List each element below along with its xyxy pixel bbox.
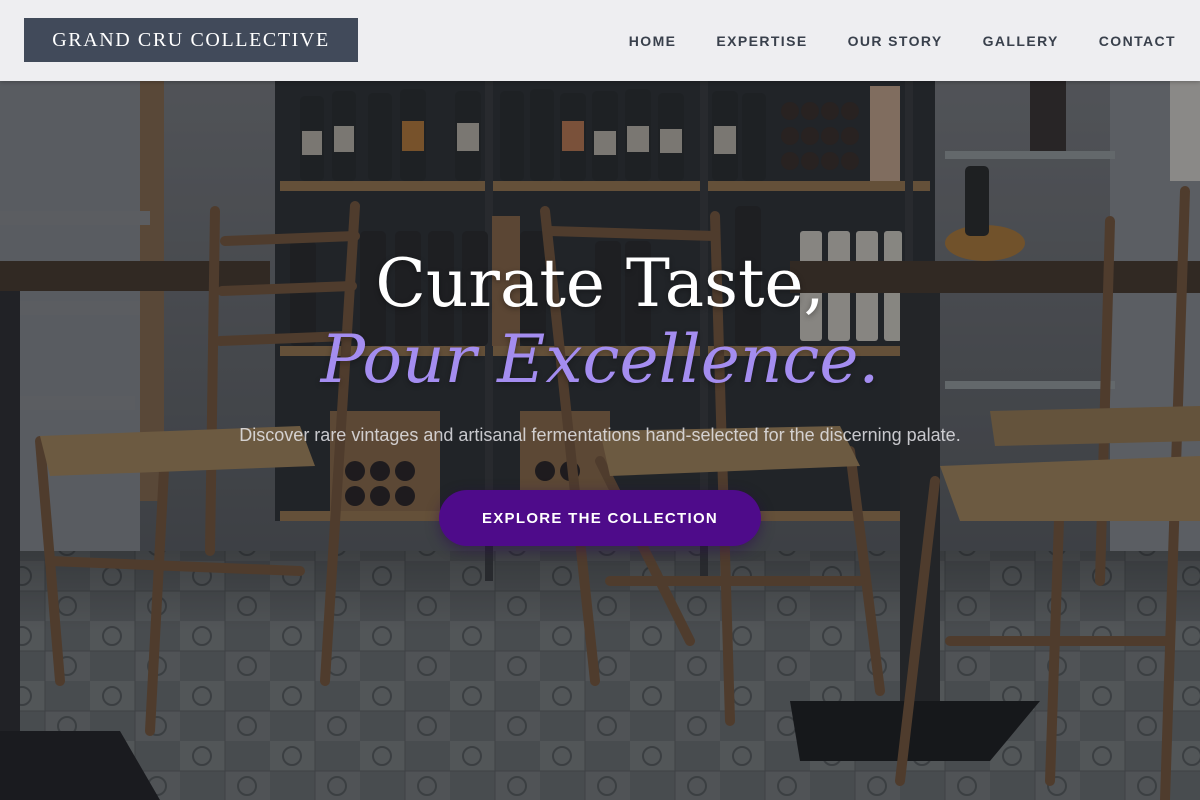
nav-gallery[interactable]: GALLERY bbox=[983, 33, 1059, 49]
hero-section: Curate Taste, Pour Excellence. Discover … bbox=[0, 81, 1200, 800]
hero-subtext: Discover rare vintages and artisanal fer… bbox=[239, 425, 961, 445]
site-header: GRAND CRU COLLECTIVE HOME EXPERTISE OUR … bbox=[0, 0, 1200, 81]
site-logo[interactable]: GRAND CRU COLLECTIVE bbox=[24, 18, 358, 62]
main-nav: HOME EXPERTISE OUR STORY GALLERY CONTACT bbox=[629, 0, 1176, 81]
hero-headline: Curate Taste, bbox=[375, 245, 825, 322]
landing-page: GRAND CRU COLLECTIVE HOME EXPERTISE OUR … bbox=[0, 0, 1200, 800]
nav-home[interactable]: HOME bbox=[629, 33, 677, 49]
nav-expertise[interactable]: EXPERTISE bbox=[716, 33, 807, 49]
nav-contact[interactable]: CONTACT bbox=[1099, 33, 1176, 49]
nav-our-story[interactable]: OUR STORY bbox=[848, 33, 943, 49]
explore-collection-button[interactable]: EXPLORE THE COLLECTION bbox=[439, 490, 761, 546]
hero-headline-accent: Pour Excellence. bbox=[320, 321, 880, 398]
